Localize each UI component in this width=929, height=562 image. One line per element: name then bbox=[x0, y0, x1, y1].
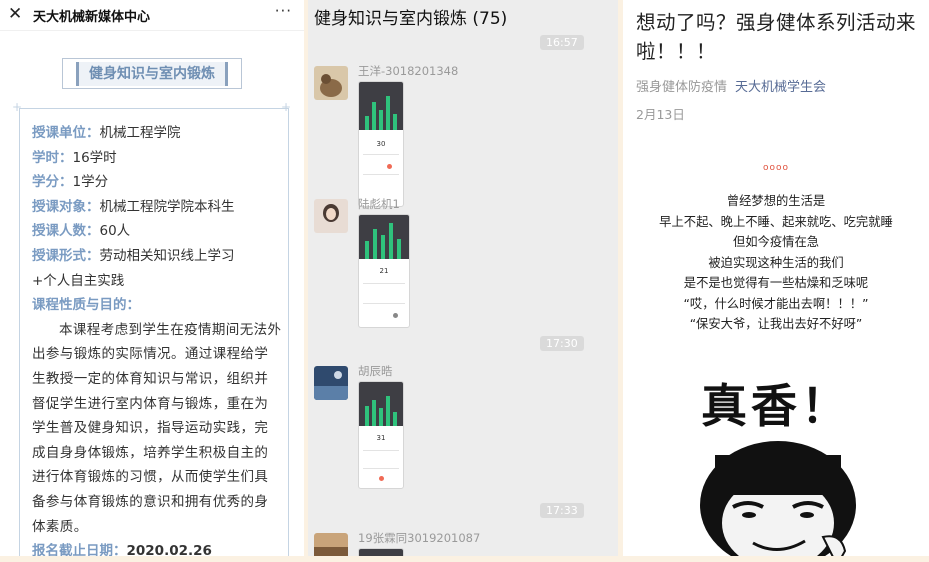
fitness-screenshot-image[interactable]: 31 bbox=[358, 381, 404, 489]
byline-tag: 强身健体防疫情 bbox=[636, 80, 728, 95]
meme-face-image bbox=[700, 441, 856, 556]
field-size: 授课人数：60人 bbox=[32, 223, 131, 240]
group-chat-panel: 健身知识与室内锻炼 (75) 16:57 王洋-3018201348 30 陆彪… bbox=[308, 0, 618, 556]
top-bar: ✕ 天大机械新媒体中心 ··· bbox=[0, 0, 304, 31]
article-body: 曾经梦想的生活是 早上不起、晚上不睡、起来就吃、吃完就睡 但如今疫情在急 被迫实… bbox=[623, 191, 929, 335]
avatar[interactable] bbox=[314, 366, 348, 400]
article-byline: 强身健体防疫情 天大机械学生会 bbox=[636, 76, 826, 95]
account-title: 天大机械新媒体中心 bbox=[33, 10, 151, 25]
step-count: 31 bbox=[376, 434, 386, 442]
article-panel-course: ✕ 天大机械新媒体中心 ··· 健身知识与室内锻炼 + + 授课单位：机械工程学… bbox=[0, 0, 304, 556]
section-heading: 健身知识与室内锻炼 bbox=[62, 58, 242, 89]
chat-title: 健身知识与室内锻炼 (75) bbox=[314, 9, 508, 29]
close-icon[interactable]: ✕ bbox=[8, 4, 22, 24]
poem-line: 曾经梦想的生活是 bbox=[726, 194, 826, 208]
article-date: 2月13日 bbox=[636, 107, 685, 122]
avatar[interactable] bbox=[314, 533, 348, 556]
section-heading-text: 健身知识与室内锻炼 bbox=[76, 61, 228, 86]
field-deadline: 报名截止日期：2020.02.26 bbox=[32, 543, 212, 556]
poem-line: 但如今疫情在急 bbox=[732, 235, 820, 249]
timestamp: 17:30 bbox=[540, 336, 584, 351]
purpose-text: 本课程考虑到学生在疫情期间无法外出参与锻炼的实际情况。通过课程给学生教授一定的体… bbox=[32, 321, 282, 535]
avatar[interactable] bbox=[314, 66, 348, 100]
fitness-screenshot-image[interactable] bbox=[358, 548, 404, 556]
article-title: 想动了吗？强身健体系列活动来啦！！！ bbox=[636, 11, 917, 63]
frame-corner-icon: + bbox=[281, 100, 292, 114]
ornament-dots: oooo bbox=[762, 163, 790, 173]
field-hours: 学时：16学时 bbox=[32, 149, 117, 166]
field-unit: 授课单位：机械工程学院 bbox=[32, 125, 181, 141]
fitness-screenshot-image[interactable]: 21 bbox=[358, 214, 410, 328]
field-audience: 授课对象：机械工程院学院本科生 bbox=[32, 198, 235, 215]
poem-line: “保安大爷，让我出去好不好呀” bbox=[689, 317, 863, 331]
step-count: 21 bbox=[379, 267, 389, 275]
sender-name: 19张霖同3019201087 bbox=[358, 531, 481, 545]
sender-name: 胡辰晧 bbox=[358, 364, 393, 378]
avatar[interactable] bbox=[314, 199, 348, 233]
timestamp: 16:57 bbox=[540, 35, 584, 50]
field-format-cont: +个人自主实践 bbox=[32, 272, 125, 289]
field-format: 授课形式：劳动相关知识线上学习 bbox=[32, 247, 235, 264]
more-options-icon[interactable]: ··· bbox=[275, 2, 292, 20]
field-credits: 学分：1学分 bbox=[32, 174, 109, 191]
poem-line: 是不是也觉得有一些枯燥和乏味呢 bbox=[683, 276, 869, 290]
poem-line: 被迫实现这种生活的我们 bbox=[708, 255, 844, 270]
sender-name: 王洋-3018201348 bbox=[358, 64, 459, 78]
course-info: 授课单位：机械工程学院 学时：16学时 学分：1学分 授课对象：机械工程院学院本… bbox=[32, 121, 282, 556]
purpose-label: 课程性质与目的： bbox=[32, 297, 140, 314]
fitness-screenshot-image[interactable]: 30 bbox=[358, 81, 404, 207]
poem-line: “哎，什么时候才能出去啊！！！” bbox=[683, 296, 869, 311]
timestamp: 17:33 bbox=[540, 503, 584, 518]
article-panel-activity: 想动了吗？强身健体系列活动来啦！！！ 强身健体防疫情 天大机械学生会 2月13日 … bbox=[623, 0, 929, 556]
sender-name: 陆彪机1 bbox=[358, 197, 400, 211]
poem-line: 早上不起、晚上不睡、起来就吃、吃完就睡 bbox=[659, 214, 893, 229]
byline-org-link[interactable]: 天大机械学生会 bbox=[735, 80, 826, 95]
step-count: 30 bbox=[376, 140, 386, 148]
frame-corner-icon: + bbox=[12, 100, 23, 114]
